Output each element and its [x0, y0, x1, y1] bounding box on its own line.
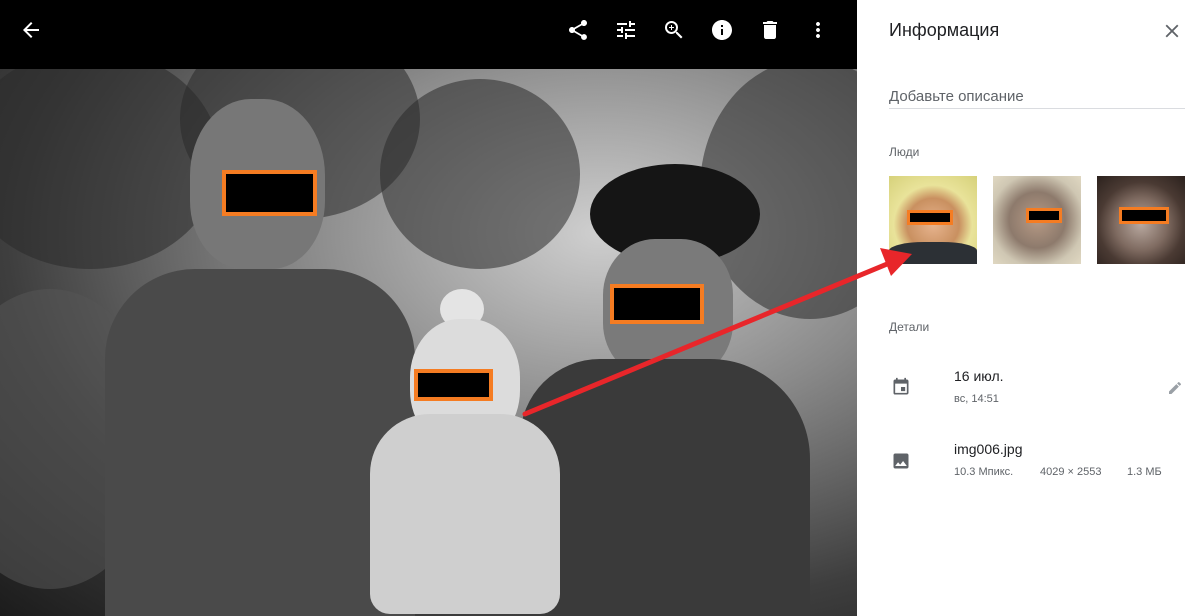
trash-icon [763, 21, 777, 39]
description-input[interactable] [889, 84, 1185, 109]
zoom-in-icon [665, 21, 683, 39]
tune-sliders-icon [617, 21, 635, 39]
panel-title: Информация [889, 20, 1000, 40]
person-face-1[interactable] [889, 176, 977, 264]
calendar-icon [891, 377, 911, 397]
foliage [380, 79, 580, 269]
image-icon [891, 451, 911, 471]
face-redaction [1026, 208, 1062, 223]
viewer-toolbar [0, 0, 857, 69]
delete-button[interactable] [750, 10, 790, 50]
people-label: Люди [889, 145, 920, 159]
face-redaction [610, 284, 704, 324]
person-face-2[interactable] [993, 176, 1081, 264]
zoom-button[interactable] [654, 10, 694, 50]
file-megapixels: 10.3 Мпикс. [954, 466, 1014, 478]
close-icon [1165, 24, 1179, 38]
baby-body [370, 414, 560, 614]
person-face-3[interactable] [1097, 176, 1185, 264]
more-button[interactable] [798, 10, 838, 50]
arrow-back-icon [23, 22, 39, 38]
info-button[interactable] [702, 10, 742, 50]
share-button[interactable] [558, 10, 598, 50]
face-redaction [414, 369, 493, 401]
shirt-shape [889, 242, 977, 264]
date-value: 16 июл. [954, 368, 1004, 384]
info-panel: Информация Люди Детали 16 июл. вс, 14:51… [857, 0, 1194, 616]
photo-viewer [0, 0, 857, 616]
edit-date-button[interactable] [1167, 380, 1185, 398]
photo-image [0, 69, 857, 616]
close-button[interactable] [1161, 20, 1185, 44]
details-label: Детали [889, 320, 930, 334]
file-name: img006.jpg [954, 441, 1023, 457]
date-time: вс, 14:51 [954, 393, 999, 405]
file-dimensions: 4029 × 2553 [1040, 466, 1102, 478]
file-size: 1.3 МБ [1127, 466, 1162, 478]
edit-button[interactable] [606, 10, 646, 50]
more-vertical-icon [816, 22, 820, 38]
pencil-icon [1169, 381, 1182, 394]
face-redaction [222, 170, 317, 216]
info-icon [712, 20, 732, 40]
back-button[interactable] [11, 10, 51, 50]
woman-body [520, 359, 810, 616]
face-redaction [1119, 207, 1169, 224]
man-body [105, 269, 415, 616]
share-icon [569, 20, 587, 40]
face-redaction [907, 210, 953, 225]
